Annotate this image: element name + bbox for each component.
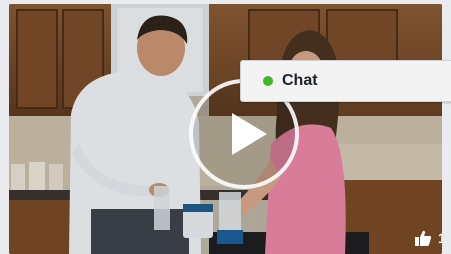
chat-label: Chat (282, 72, 318, 89)
online-status-dot (263, 76, 273, 86)
like-reaction[interactable]: 1 (414, 226, 442, 250)
video-player[interactable]: 1 (9, 4, 442, 254)
like-count: 1 (438, 230, 442, 246)
thumbs-up-icon (415, 230, 432, 246)
chat-tab[interactable]: Chat (240, 60, 451, 102)
